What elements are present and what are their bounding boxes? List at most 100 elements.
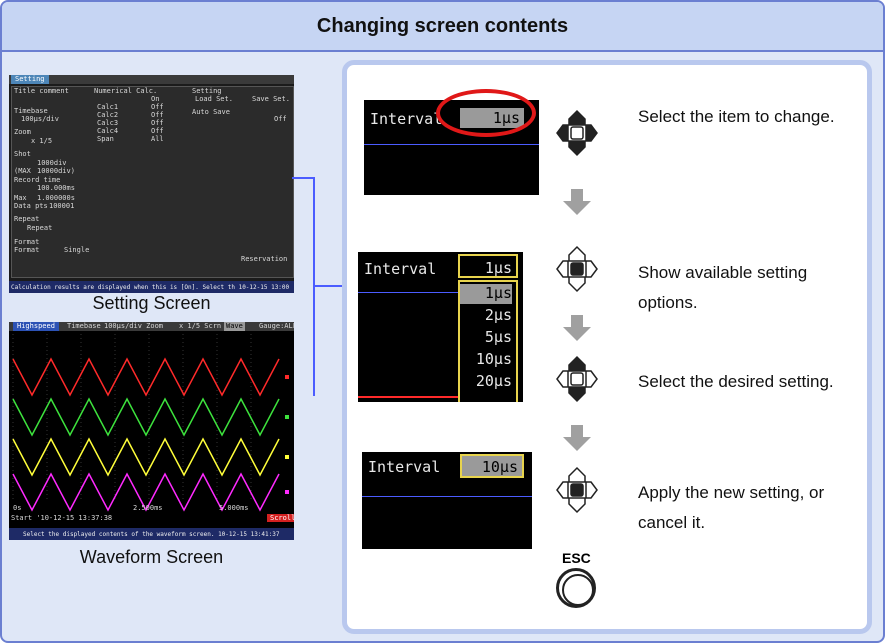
repeat-label: Repeat [14,215,40,223]
save-set-button[interactable]: Save Set. [252,95,290,103]
record-time-value: 100.000ms [37,184,75,192]
left-key-icon [556,370,569,388]
setting-screen-caption: Setting Screen [92,293,211,313]
esc-button-inner [562,574,594,606]
enter-key-icon [570,483,584,497]
start-time: Start '10-12-15 13:37:38 [11,514,113,522]
setting-tab[interactable]: Setting [11,75,49,84]
flow-arrow-head [563,201,591,215]
numcalc-row-label: Calc3 [97,119,119,127]
right-key-icon [585,260,598,278]
format-header: Format [14,238,40,246]
up-key-icon [568,355,586,372]
numcalc-row-label: Calc4 [97,127,119,135]
record-time-label: Record time [14,176,61,184]
left-key-icon [556,260,569,278]
max-value: 1.000000s [37,194,75,202]
right-key-icon [585,124,598,142]
step1-separator [364,144,539,145]
max-label: Max [14,194,27,202]
flow-arrow-shaft [571,315,583,327]
numcalc-row-value[interactable]: Off [151,111,164,119]
shot-max-value: 10000div) [37,167,75,175]
down-key-icon [568,276,586,293]
auto-save-label: Auto Save [192,108,230,116]
numcalc-row-value[interactable]: Off [151,119,164,127]
step2-text: Show available setting options. [638,263,808,312]
trace-marker [285,375,289,379]
esc-button[interactable] [556,568,596,608]
step3-text: Select the desired setting. [638,372,834,391]
numcalc-row-label: Span [97,135,114,143]
step4-interval-label: Interval [368,458,441,476]
waveform-screen: Highspeed Timebase 100μs/div Zoom x 1/5 … [9,322,294,540]
figure-title: Changing screen contents [2,2,883,52]
right-key-icon [585,370,598,388]
step2-interval-label: Interval [364,260,437,278]
setting-group-label: Setting [192,87,222,95]
step1-callout [436,89,536,137]
setting-tab-bar [9,75,294,84]
reservation-button[interactable]: Reservation [241,255,287,263]
setting-status-text: Calculation results are displayed when t… [11,284,290,291]
numcalc-row-label: Calc2 [97,111,119,119]
setting-option[interactable]: 20μs [460,372,512,392]
zoom-value[interactable]: x 1/5 [31,137,52,145]
left-key-icon [556,124,569,142]
step4-text: Apply the new setting, or cancel it. [638,483,825,532]
timebase-value[interactable]: 100μs/div [21,115,59,123]
trace-marker [285,490,289,494]
wave-status-text: Select the displayed contents of the wav… [23,531,280,538]
enter-key-icon [570,126,584,140]
shot-label: Shot [14,150,31,158]
time-tick-2: 5.000ms [219,504,249,512]
trace-2 [12,397,280,437]
scroll-button[interactable]: Scroll [267,514,294,522]
numcalc-row-value[interactable]: On [151,95,159,103]
auto-save-value[interactable]: Off [274,115,287,123]
up-key-icon [568,245,586,262]
numcalc-row-value[interactable]: Off [151,127,164,135]
data-pts-value: 100001 [49,202,75,210]
timebase-label: Timebase [14,107,48,115]
wave-header-mode: Highspeed [13,322,59,331]
data-pts-label: Data pts [14,202,48,210]
step2-value: 1μs [484,259,512,277]
time-tick-1: 2.500ms [133,504,163,512]
trace-marker [285,415,289,419]
setting-option[interactable]: 10μs [460,350,512,370]
wave-header-wave[interactable]: Wave [224,322,245,331]
enter-key-icon [570,372,584,386]
repeat-value[interactable]: Repeat [27,224,52,232]
down-key-icon [568,497,586,514]
numcalc-row-label: Calc1 [97,103,119,111]
enter-key-icon [570,262,584,276]
left-key-icon [556,481,569,499]
wave-header-zoom[interactable]: 100μs/div Zoom [104,322,163,331]
setting-option[interactable]: 1μs [460,284,512,304]
shot-value[interactable]: 1000div [37,159,67,167]
title-comment-label: Title comment [14,87,69,95]
zoom-label: Zoom [14,128,31,136]
flow-arrow-shaft [571,425,583,437]
setting-screen: Setting Title comment Timebase 100μs/div… [9,75,294,293]
wave-header-gauge[interactable]: Gauge:ALL 2 [259,322,294,331]
trace-marker [285,455,289,459]
format-value[interactable]: Single [64,246,89,254]
load-set-button[interactable]: Load Set. [195,95,233,103]
time-tick-0: 0s [13,504,22,512]
figure-frame: Changing screen contents Setting Title c… [0,0,885,643]
numcalc-row-value[interactable]: Off [151,103,164,111]
flow-arrow-head [563,327,591,341]
numcalc-row-value[interactable]: All [151,135,164,143]
down-key-icon [568,386,586,403]
step4-lcd: Interval 10μs [362,452,532,549]
step2-lcd: Interval 1μs 1μs 2μs 5μs 10μs 20μs [358,252,523,402]
down-key-icon [568,140,586,157]
right-key-icon [585,481,598,499]
wave-header-scrn[interactable]: x 1/5 Scrn [179,322,221,331]
setting-option[interactable]: 5μs [460,328,512,348]
setting-option[interactable]: 2μs [460,306,512,326]
waveform-screen-caption: Waveform Screen [79,547,224,567]
up-key-icon [568,109,586,126]
